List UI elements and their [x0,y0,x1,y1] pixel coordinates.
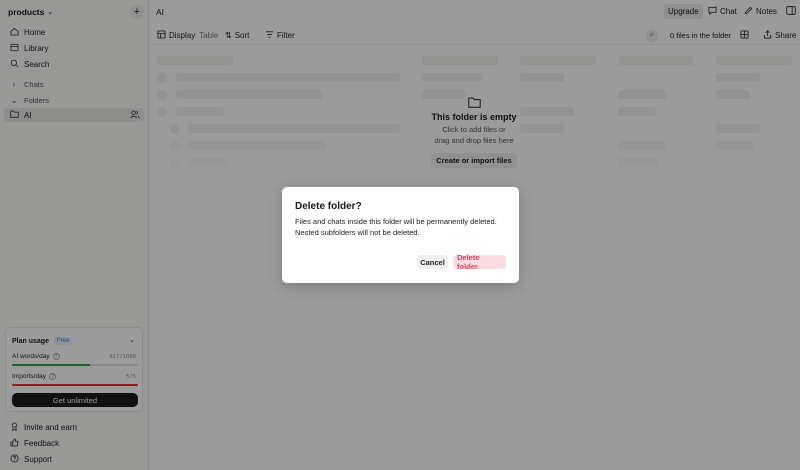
dialog-message-line2: Nested subfolders will not be deleted. [295,227,420,237]
dialog-message: Files and chats inside this folder will … [295,217,507,238]
delete-folder-button[interactable]: Delete folder [453,253,506,271]
cancel-button[interactable]: Cancel [417,255,448,269]
dialog-title: Delete folder? [295,201,362,212]
delete-folder-dialog: Delete folder? Files and chats inside th… [282,187,519,283]
dialog-message-line1: Files and chats inside this folder will … [295,217,497,226]
